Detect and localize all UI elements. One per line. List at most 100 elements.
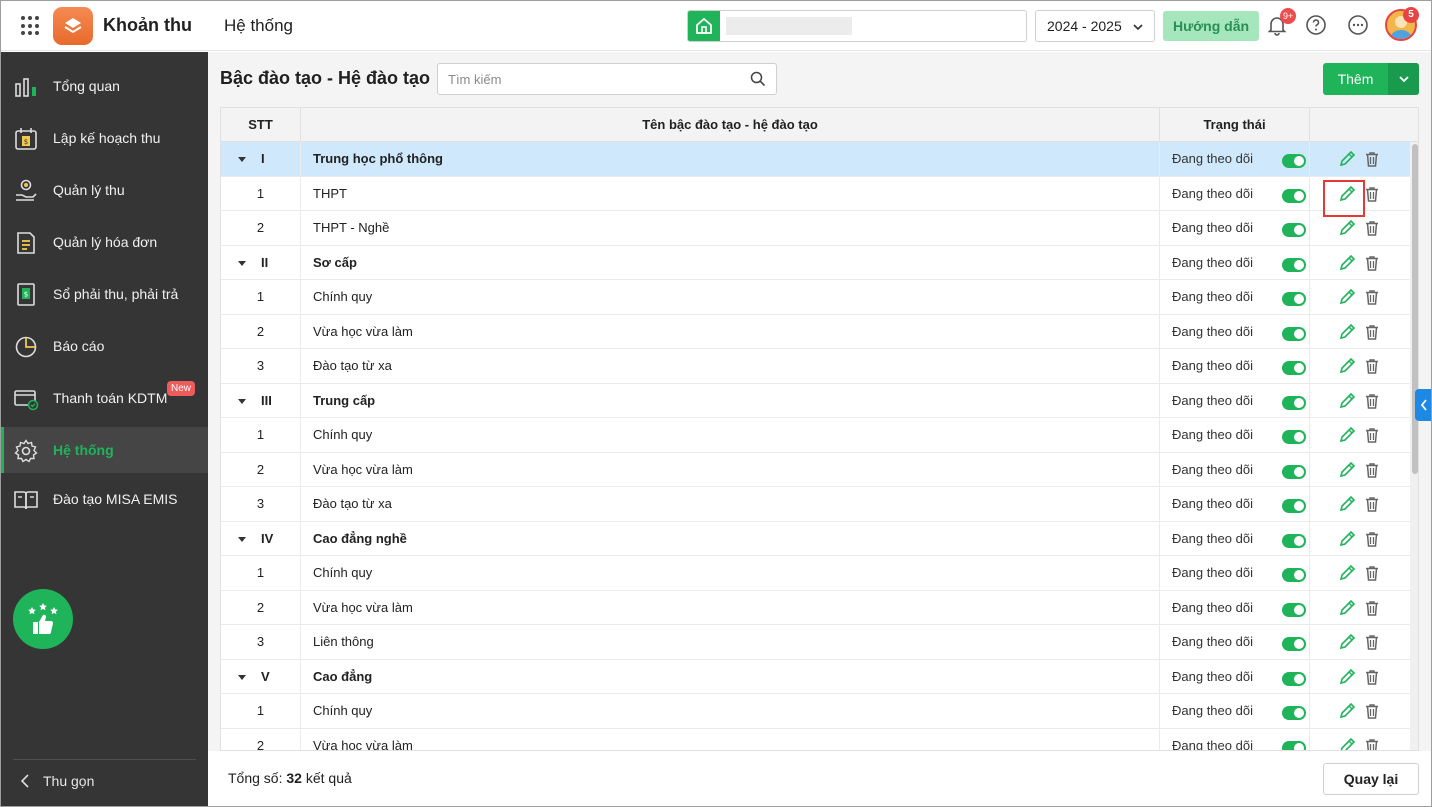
sidebar-item-invoices[interactable]: Quản lý hóa đơn [1,219,208,265]
edit-pencil-icon[interactable] [1337,563,1357,583]
table-row[interactable]: 1 THPT Đang theo dõi [221,176,1410,211]
status-toggle[interactable] [1282,637,1306,651]
back-button[interactable]: Quay lại [1323,763,1419,795]
delete-trash-icon[interactable] [1363,219,1381,237]
status-toggle[interactable] [1282,430,1306,444]
delete-trash-icon[interactable] [1363,564,1381,582]
group-row[interactable]: IV Cao đẳng nghề Đang theo dõi [221,521,1410,556]
delete-trash-icon[interactable] [1363,185,1381,203]
delete-trash-icon[interactable] [1363,150,1381,168]
search-input[interactable]: Tìm kiếm [437,63,777,95]
edit-pencil-icon[interactable] [1337,632,1357,652]
delete-trash-icon[interactable] [1363,737,1381,750]
sidebar-item-ledger[interactable]: $ Sổ phải thu, phải trả [1,271,208,317]
group-row[interactable]: II Sơ cấp Đang theo dõi [221,245,1410,280]
edit-pencil-icon[interactable] [1337,391,1357,411]
table-scrollbar[interactable] [1410,142,1418,750]
edit-pencil-icon[interactable] [1337,425,1357,445]
edit-pencil-icon[interactable] [1337,356,1357,376]
group-row[interactable]: V Cao đẳng Đang theo dõi [221,659,1410,694]
status-toggle[interactable] [1282,671,1306,686]
edit-pencil-icon[interactable] [1337,701,1357,721]
caret-down-icon[interactable] [237,142,247,176]
status-toggle[interactable] [1282,292,1306,306]
sidebar-item-collection[interactable]: Quản lý thu [1,167,208,213]
status-toggle[interactable] [1282,395,1306,410]
search-icon[interactable] [750,71,766,87]
table-row[interactable]: 1 Chính quy Đang theo dõi [221,556,1410,591]
table-row[interactable]: 2 Vừa học vừa làm Đang theo dõi [221,452,1410,487]
column-header-status[interactable]: Trạng thái [1160,108,1310,142]
caret-down-icon[interactable] [237,246,247,280]
table-row[interactable]: 2 Vừa học vừa làm Đang theo dõi [221,314,1410,349]
status-toggle[interactable] [1282,602,1306,617]
column-header-stt[interactable]: STT [221,108,301,142]
status-toggle[interactable] [1282,326,1306,341]
add-button[interactable]: Thêm [1323,63,1419,95]
table-row[interactable]: 1 Chính quy Đang theo dõi [221,418,1410,453]
help-icon[interactable] [1304,13,1328,37]
table-row[interactable]: 2 Vừa học vừa làm Đang theo dõi [221,728,1410,750]
delete-trash-icon[interactable] [1363,702,1381,720]
edit-pencil-icon[interactable] [1337,149,1357,169]
delete-trash-icon[interactable] [1363,254,1381,272]
side-panel-toggle[interactable] [1415,389,1431,421]
status-toggle[interactable] [1282,499,1306,513]
sidebar-item-training[interactable]: Đào tạo MISA EMIS [1,476,208,522]
table-row[interactable]: 2 THPT - Nghề Đang theo dõi [221,211,1410,246]
delete-trash-icon[interactable] [1363,288,1381,306]
caret-down-icon[interactable] [237,660,247,694]
status-toggle[interactable] [1282,361,1306,375]
unit-selector[interactable] [687,10,1027,42]
edit-pencil-icon[interactable] [1337,287,1357,307]
collapse-sidebar-button[interactable]: Thu gọn [19,773,94,789]
status-toggle[interactable] [1282,223,1306,237]
edit-pencil-icon[interactable] [1337,184,1357,204]
edit-pencil-icon[interactable] [1337,322,1357,342]
column-header-name[interactable]: Tên bậc đào tạo - hệ đào tạo [301,108,1160,142]
delete-trash-icon[interactable] [1363,392,1381,410]
delete-trash-icon[interactable] [1363,323,1381,341]
status-toggle[interactable] [1282,533,1306,548]
guide-button[interactable]: Hướng dẫn [1163,11,1259,41]
delete-trash-icon[interactable] [1363,633,1381,651]
rating-button[interactable] [13,589,73,649]
table-row[interactable]: 3 Liên thông Đang theo dõi [221,625,1410,660]
status-toggle[interactable] [1282,257,1306,272]
edit-pencil-icon[interactable] [1337,667,1357,687]
status-toggle[interactable] [1282,188,1306,203]
status-toggle[interactable] [1282,568,1306,582]
scrollbar-thumb[interactable] [1412,144,1418,474]
table-row[interactable]: 1 Chính quy Đang theo dõi [221,694,1410,729]
group-row[interactable]: III Trung cấp Đang theo dõi [221,383,1410,418]
edit-pencil-icon[interactable] [1337,736,1357,750]
status-toggle[interactable] [1282,706,1306,720]
school-year-select[interactable]: 2024 - 2025 [1035,10,1155,42]
delete-trash-icon[interactable] [1363,426,1381,444]
delete-trash-icon[interactable] [1363,461,1381,479]
edit-pencil-icon[interactable] [1337,218,1357,238]
table-row[interactable]: 2 Vừa học vừa làm Đang theo dõi [221,590,1410,625]
delete-trash-icon[interactable] [1363,495,1381,513]
caret-down-icon[interactable] [237,522,247,556]
delete-trash-icon[interactable] [1363,357,1381,375]
sidebar-item-revenue-plan[interactable]: $ Lập kế hoạch thu [1,115,208,161]
edit-pencil-icon[interactable] [1337,253,1357,273]
group-row[interactable]: I Trung học phổ thông Đang theo dõi [221,142,1410,177]
sidebar-item-overview[interactable]: Tổng quan [1,63,208,109]
sidebar-item-system[interactable]: Hệ thống [1,427,208,473]
edit-pencil-icon[interactable] [1337,598,1357,618]
more-options-icon[interactable] [1346,13,1370,37]
table-row[interactable]: 3 Đào tạo từ xa Đang theo dõi [221,487,1410,522]
edit-pencil-icon[interactable] [1337,529,1357,549]
table-row[interactable]: 1 Chính quy Đang theo dõi [221,280,1410,315]
delete-trash-icon[interactable] [1363,530,1381,548]
app-launcher-icon[interactable] [21,16,41,36]
edit-pencil-icon[interactable] [1337,494,1357,514]
delete-trash-icon[interactable] [1363,668,1381,686]
sidebar-item-reports[interactable]: Báo cáo [1,323,208,369]
caret-down-icon[interactable] [237,384,247,418]
edit-pencil-icon[interactable] [1337,460,1357,480]
status-toggle[interactable] [1282,464,1306,479]
status-toggle[interactable] [1282,154,1306,168]
